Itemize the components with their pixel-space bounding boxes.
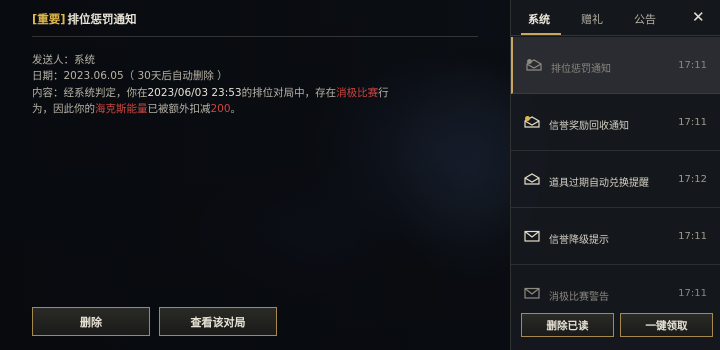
delete-button[interactable]: 删除 [32, 307, 150, 336]
body-text-5: 。 [230, 102, 242, 115]
message-body: 内容：经系统判定，你在2023/06/03 23:53的排位对局中，存在消极比赛… [32, 86, 392, 117]
mail-item-time: 17:11 [678, 288, 707, 299]
body-text-2: 的排位对局中，存在 [241, 87, 337, 99]
tabs-divider [511, 35, 720, 36]
sender-line: 发送人：系统 [32, 52, 95, 67]
tab-gift[interactable]: 赠礼 [581, 11, 603, 27]
mail-list-item[interactable]: 道具过期自动兑换提醒 17:12 [511, 151, 720, 208]
body-currency: 海克斯能量 [95, 102, 148, 115]
mail-list-item[interactable]: 信誉降级提示 17:11 [511, 208, 720, 265]
mail-sidebar: 系统 赠礼 公告 ✕ 排位惩罚通知 17:11 信誉奖励回收通知 17:11 道… [510, 0, 720, 350]
claim-all-button[interactable]: 一键领取 [620, 313, 713, 337]
delete-read-button[interactable]: 删除已读 [521, 313, 614, 337]
mail-item-time: 17:12 [678, 174, 707, 185]
mail-list: 排位惩罚通知 17:11 信誉奖励回收通知 17:11 道具过期自动兑换提醒 1… [511, 37, 720, 305]
body-offense: 消极比赛 [336, 87, 379, 99]
mail-item-time: 17:11 [678, 231, 707, 242]
mail-list-item[interactable]: 排位惩罚通知 17:11 [511, 37, 720, 94]
sender-label: 发送人： [32, 54, 74, 66]
mail-item-time: 17:11 [678, 117, 707, 128]
mail-item-time: 17:11 [678, 60, 707, 71]
body-text-1: 内容：经系统判定，你在 [32, 87, 148, 99]
mail-tabs: 系统 赠礼 公告 ✕ [511, 0, 720, 36]
mail-icon [524, 230, 540, 242]
mail-list-item[interactable]: 信誉奖励回收通知 17:11 [511, 94, 720, 151]
view-match-button[interactable]: 查看该对局 [159, 307, 277, 336]
mail-icon [524, 287, 540, 299]
mail-list-item[interactable]: 消极比赛警告 17:11 [511, 265, 720, 305]
mail-open-alert-icon [526, 59, 542, 71]
mail-item-label: 消极比赛警告 [549, 292, 609, 303]
message-detail: [重要] 排位惩罚通知 发送人：系统 日期：2023.06.05（ 30天后自动… [0, 0, 510, 350]
mail-item-label: 道具过期自动兑换提醒 [549, 178, 649, 189]
mail-item-label: 排位惩罚通知 [551, 64, 611, 75]
important-tag: [重要] [32, 12, 66, 26]
mail-item-label: 信誉降级提示 [549, 235, 609, 246]
tab-notice[interactable]: 公告 [634, 11, 656, 27]
message-title-text: 排位惩罚通知 [67, 12, 137, 26]
date-label: 日期： [32, 70, 64, 82]
body-amount: 200 [210, 102, 231, 115]
tab-system[interactable]: 系统 [528, 11, 550, 27]
mail-item-label: 信誉奖励回收通知 [549, 121, 629, 132]
body-text-4: 已被额外扣减 [147, 102, 211, 115]
mail-open-alert-icon [524, 116, 540, 128]
title-divider [32, 36, 478, 37]
close-icon[interactable]: ✕ [692, 8, 705, 26]
date-value: 2023.06.05（ 30天后自动删除 ） [63, 70, 228, 82]
body-match-time: 2023/06/03 23:53 [147, 87, 242, 99]
sender-value: 系统 [74, 54, 95, 66]
mail-open-icon [524, 173, 540, 185]
message-title: [重要] 排位惩罚通知 [32, 10, 137, 28]
date-line: 日期：2023.06.05（ 30天后自动删除 ） [32, 68, 228, 83]
